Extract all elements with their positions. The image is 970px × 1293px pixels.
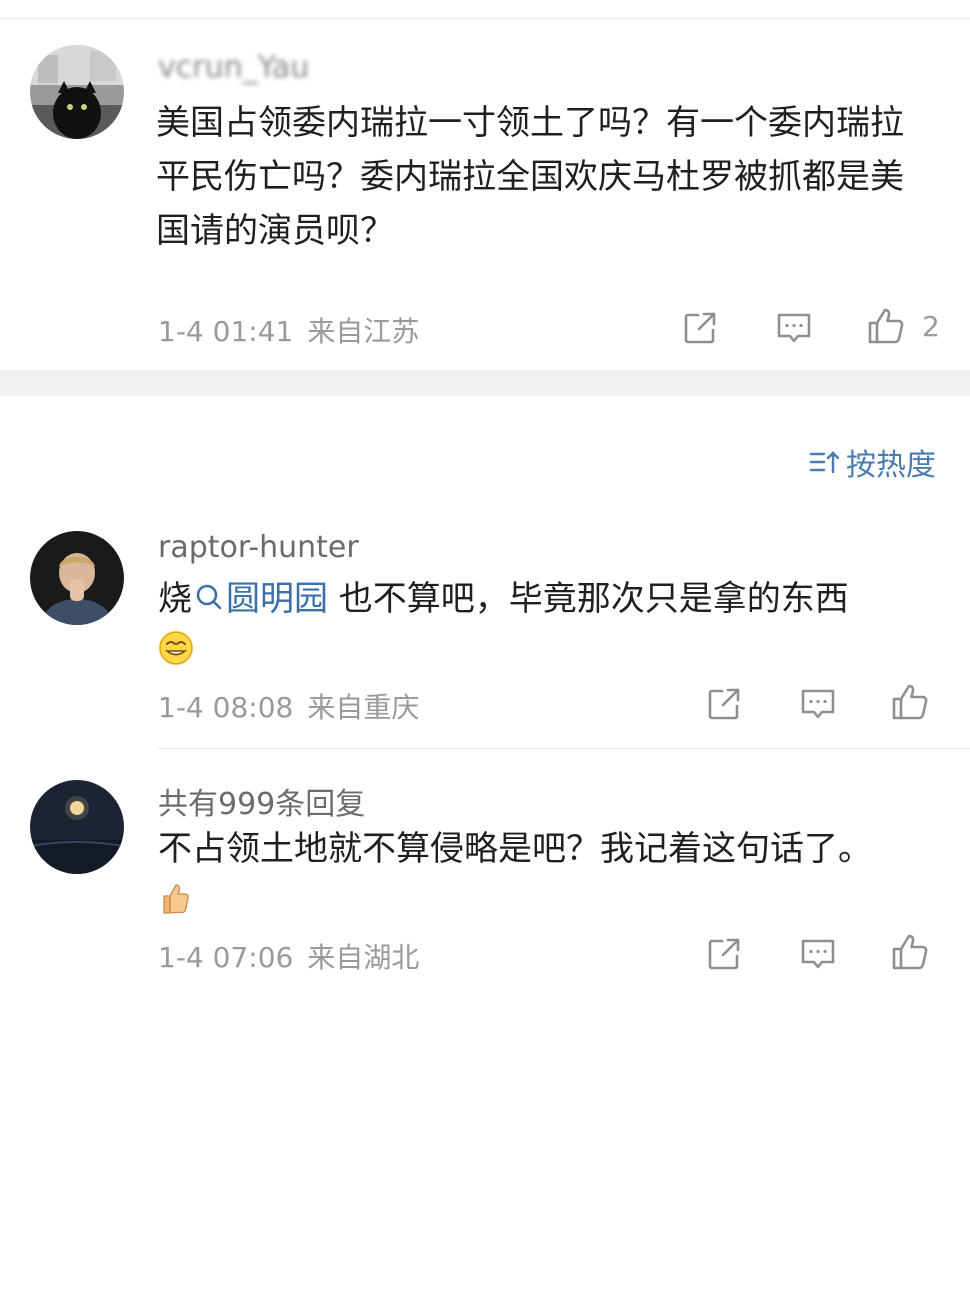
comment-text: 不占领土地就不算侵略是吧？我记着这句话了。 [158, 822, 938, 932]
username[interactable]: 共有999条回复 [158, 779, 365, 823]
share-icon [708, 938, 740, 970]
top-divider [0, 18, 970, 19]
like-button[interactable] [866, 306, 906, 346]
like-count: 2 [922, 310, 940, 343]
comment-location: 来自湖北 [307, 941, 420, 974]
avatar[interactable] [30, 780, 124, 874]
comment-button[interactable] [774, 308, 814, 348]
comment-time: 1-4 07:06 [158, 941, 294, 974]
comment-time: 1-4 08:08 [158, 691, 294, 724]
row-divider [158, 748, 970, 749]
share-icon [708, 688, 740, 720]
share-icon [684, 312, 716, 344]
sort-label: 按热度 [846, 448, 936, 483]
username[interactable]: vcrun_Yau [158, 50, 309, 85]
comment-time: 1-4 01:41 [158, 315, 294, 348]
sort-icon [808, 448, 840, 476]
comment-text: 美国占领委内瑞拉一寸领土了吗？有一个委内瑞拉平民伤亡吗？委内瑞拉全国欢庆马杜罗被… [156, 103, 904, 251]
thumbs-up-icon [892, 684, 928, 720]
avatar[interactable] [30, 531, 124, 625]
thumbs-up-icon [868, 308, 904, 344]
like-button[interactable] [890, 682, 930, 722]
comment-location: 来自重庆 [307, 691, 420, 724]
topic-label: 圆明园 [226, 579, 328, 619]
username[interactable]: raptor-hunter [158, 530, 359, 565]
sort-toggle[interactable]: 按热度 [808, 440, 936, 484]
thumbs-up-icon [892, 934, 928, 970]
comment-text-prefix: 烧 [158, 579, 192, 619]
comment-meta: 1-4 01:41 来自江苏 [158, 310, 419, 350]
comment-icon [801, 939, 835, 969]
comment-meta: 1-4 08:08 来自重庆 [158, 686, 419, 726]
comment-text-main: 不占领土地就不算侵略是吧？我记着这句话了。 [158, 829, 872, 869]
comment-text-suffix: 也不算吧，毕竟那次只是拿的东西 [328, 579, 849, 619]
topic-link[interactable]: 圆明园 [192, 579, 328, 619]
grin-face-emoji [158, 628, 194, 682]
comment-text: 烧圆明园 也不算吧，毕竟那次只是拿的东西 [158, 572, 938, 682]
comment-button[interactable] [798, 934, 838, 974]
comment-button[interactable] [798, 684, 838, 724]
thumbs-up-emoji [158, 878, 190, 932]
share-button[interactable] [704, 934, 744, 974]
search-icon [196, 584, 222, 610]
comment-icon [801, 689, 835, 719]
avatar[interactable] [30, 45, 124, 139]
comment-location: 来自江苏 [307, 315, 420, 348]
comment-icon [777, 313, 811, 343]
comment-meta: 1-4 07:06 来自湖北 [158, 936, 419, 976]
like-button[interactable] [890, 932, 930, 972]
share-button[interactable] [680, 308, 720, 348]
share-button[interactable] [704, 684, 744, 724]
section-divider [0, 370, 970, 396]
